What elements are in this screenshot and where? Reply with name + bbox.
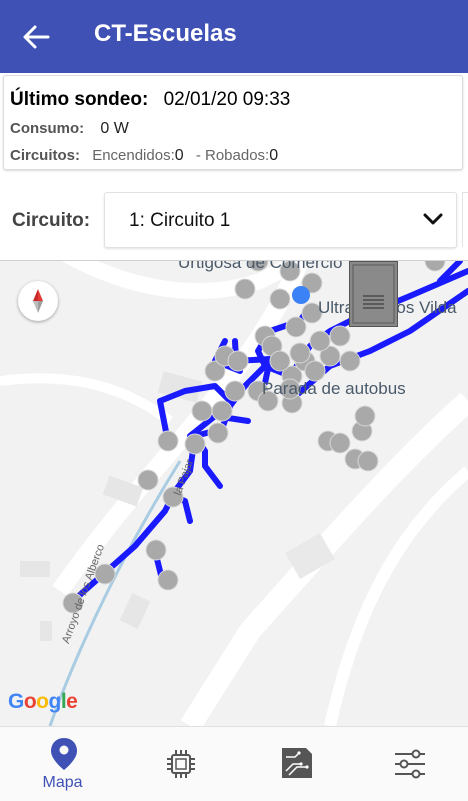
arrow-left-icon[interactable] (22, 24, 50, 50)
nav-label-map: Mapa (42, 774, 83, 791)
on-label: Encendidos: (92, 147, 175, 164)
stolen-label: - Robados: (195, 147, 270, 164)
nav-item-map[interactable]: Mapa (4, 727, 121, 801)
map-pin-icon (51, 738, 77, 770)
page-title: CT-Escuelas (94, 20, 237, 47)
consumption-row: Consumo: 0 W (10, 120, 129, 138)
sliders-icon (395, 749, 425, 779)
app-bar: CT-Escuelas (0, 0, 468, 73)
stolen-value: 0 (269, 147, 279, 164)
nav-item-settings[interactable] (352, 727, 468, 801)
place-label-top: Urtigosa de Comercio (178, 261, 343, 272)
circuits-row: Circuitos: Encendidos:0 - Robados:0 (10, 147, 278, 165)
chip-icon (167, 750, 195, 778)
circuit-selector-area: Circuito: 1: Circuito 1 (0, 172, 468, 261)
circuit-label: Circuito: (12, 210, 91, 231)
transformer-cabinet-icon[interactable] (349, 261, 398, 327)
on-value: 0 (174, 147, 184, 164)
circuit-board-icon (282, 748, 312, 778)
circuits-label: Circuitos: (10, 147, 81, 164)
bottom-navigation: Mapa (0, 726, 468, 801)
consumption-value: 0 W (100, 120, 129, 137)
consumption-label: Consumo: (10, 120, 85, 137)
last-poll-value: 02/01/20 09:33 (163, 89, 291, 110)
nav-item-circuits[interactable] (239, 727, 356, 801)
map-canvas (0, 261, 468, 726)
nav-item-devices[interactable] (122, 727, 239, 801)
last-poll-row: Último sondeo: 02/01/20 09:33 (10, 89, 290, 111)
shopping-cart-icon (292, 286, 310, 304)
hidden-card-edge (462, 192, 468, 247)
google-logo: Google (8, 690, 78, 713)
circuit-selected-value: 1: Circuito 1 (129, 210, 231, 231)
circuit-dropdown[interactable]: 1: Circuito 1 (104, 192, 457, 248)
chevron-down-icon (423, 213, 443, 225)
last-poll-label: Último sondeo: (10, 89, 149, 110)
place-label-bus-stop: Parada de autobus (262, 379, 406, 398)
map-view[interactable]: Urtigosa de Comercio Ultramarinos Vilda … (0, 261, 468, 726)
compass-icon[interactable] (18, 281, 58, 321)
status-card: Último sondeo: 02/01/20 09:33 Consumo: 0… (3, 75, 463, 170)
